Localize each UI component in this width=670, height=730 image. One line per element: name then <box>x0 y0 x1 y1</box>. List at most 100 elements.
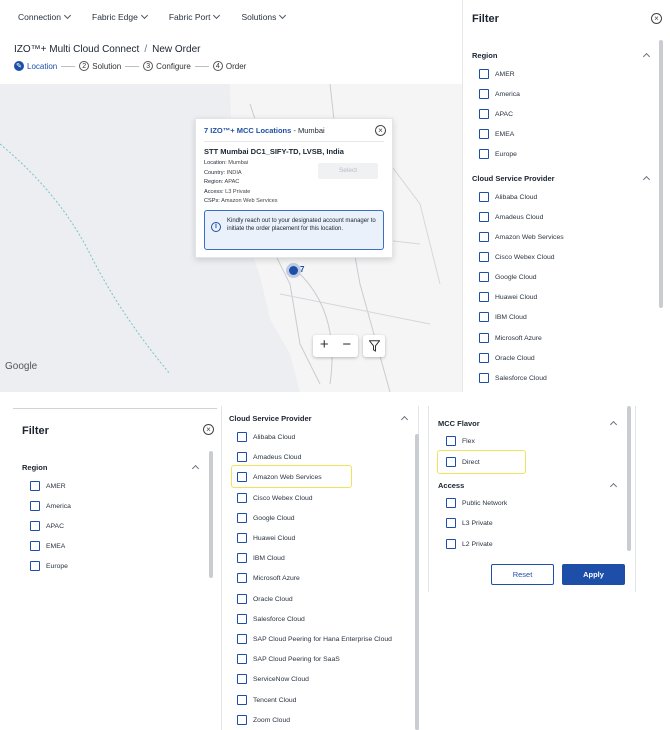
checkbox-csp[interactable]: SAP Cloud Peering for Hana Enterprise Cl… <box>237 634 392 644</box>
checkbox[interactable] <box>479 212 489 222</box>
checkbox[interactable] <box>237 634 247 644</box>
checkbox-region-emea[interactable]: EMEA <box>30 541 65 551</box>
checkbox[interactable] <box>479 149 489 159</box>
checkbox[interactable] <box>479 109 489 119</box>
checkbox[interactable] <box>237 533 247 543</box>
checkbox[interactable] <box>479 69 489 79</box>
checkbox-csp[interactable]: Google Cloud <box>237 513 295 523</box>
checkbox[interactable] <box>479 192 489 202</box>
checkbox[interactable] <box>479 232 489 242</box>
chevron-up-icon[interactable] <box>609 482 618 491</box>
filter-button[interactable] <box>363 335 385 357</box>
chevron-up-icon[interactable] <box>191 464 200 473</box>
checkbox-region-amer[interactable]: AMER <box>30 481 66 491</box>
checkbox-csp[interactable]: Microsoft Azure <box>237 573 300 583</box>
checkbox[interactable] <box>446 457 456 467</box>
checkbox[interactable] <box>479 292 489 302</box>
checkbox-csp[interactable]: IBM Cloud <box>237 553 285 563</box>
checkbox[interactable] <box>479 373 489 383</box>
checkbox[interactable] <box>446 539 456 549</box>
step-solution[interactable]: 2 Solution <box>79 61 121 71</box>
close-icon[interactable]: × <box>203 424 214 435</box>
step-order[interactable]: 4 Order <box>212 61 246 71</box>
checkbox-csp[interactable]: Huawei Cloud <box>237 533 295 543</box>
zoom-in-button[interactable]: + <box>313 335 336 357</box>
reset-button[interactable]: Reset <box>491 564 554 585</box>
checkbox-csp[interactable]: Amazon Web Services <box>479 232 564 242</box>
checkbox-csp[interactable]: Amadeus Cloud <box>237 452 301 462</box>
checkbox[interactable] <box>237 452 247 462</box>
checkbox-csp[interactable]: Tencent Cloud <box>237 695 296 705</box>
checkbox[interactable] <box>479 333 489 343</box>
checkbox-csp[interactable]: Cisco Webex Cloud <box>237 493 313 503</box>
checkbox[interactable] <box>479 272 489 282</box>
step-location[interactable]: ✎ Location <box>14 61 57 71</box>
checkbox-region-europe[interactable]: Europe <box>479 149 517 159</box>
checkbox-csp[interactable]: Microsoft Azure <box>479 333 542 343</box>
checkbox[interactable] <box>237 432 247 442</box>
nav-fabric-port[interactable]: Fabric Port <box>169 11 221 22</box>
checkbox-csp[interactable]: Oracle Cloud <box>237 594 293 604</box>
checkbox-access-public[interactable]: Public Network <box>446 498 507 508</box>
checkbox-access-l3[interactable]: L3 Private <box>446 518 493 528</box>
checkbox[interactable] <box>237 715 247 725</box>
checkbox[interactable] <box>237 553 247 563</box>
checkbox-csp[interactable]: Amadeus Cloud <box>479 212 543 222</box>
checkbox[interactable] <box>479 89 489 99</box>
select-button[interactable]: Select <box>318 163 378 179</box>
checkbox-csp-amazon[interactable]: Amazon Web Services <box>237 472 322 482</box>
checkbox-csp[interactable]: SAP Cloud Peering for SaaS <box>237 654 340 664</box>
checkbox-csp[interactable]: Oracle Cloud <box>479 353 535 363</box>
chevron-up-icon[interactable] <box>642 175 651 184</box>
checkbox[interactable] <box>30 541 40 551</box>
checkbox[interactable] <box>479 312 489 322</box>
checkbox-csp[interactable]: ServiceNow Cloud <box>237 674 309 684</box>
checkbox-csp[interactable]: Salesforce Cloud <box>237 614 305 624</box>
checkbox-region-apac[interactable]: APAC <box>30 521 64 531</box>
close-icon[interactable]: × <box>375 125 386 136</box>
checkbox[interactable] <box>237 513 247 523</box>
checkbox[interactable] <box>237 573 247 583</box>
checkbox[interactable] <box>446 518 456 528</box>
checkbox-csp[interactable]: Zoom Cloud <box>237 715 290 725</box>
checkbox-flavor-flex[interactable]: Flex <box>446 436 475 446</box>
nav-fabric-edge[interactable]: Fabric Edge <box>92 11 148 22</box>
checkbox-region-amer[interactable]: AMER <box>479 69 515 79</box>
checkbox[interactable] <box>237 493 247 503</box>
checkbox[interactable] <box>237 654 247 664</box>
checkbox-region-europe[interactable]: Europe <box>30 561 68 571</box>
scrollbar[interactable] <box>415 434 419 730</box>
checkbox[interactable] <box>237 614 247 624</box>
apply-button[interactable]: Apply <box>562 564 625 585</box>
checkbox-access-l2[interactable]: L2 Private <box>446 539 493 549</box>
checkbox[interactable] <box>30 481 40 491</box>
step-configure[interactable]: 3 Configure <box>143 61 191 71</box>
map-marker[interactable] <box>289 266 298 275</box>
checkbox-csp[interactable]: Cisco Webex Cloud <box>479 252 555 262</box>
nav-connection[interactable]: Connection <box>18 11 72 22</box>
chevron-up-icon[interactable] <box>609 420 618 429</box>
checkbox-csp[interactable]: IBM Cloud <box>479 312 527 322</box>
checkbox[interactable] <box>446 436 456 446</box>
checkbox-region-apac[interactable]: APAC <box>479 109 513 119</box>
checkbox[interactable] <box>30 501 40 511</box>
checkbox[interactable] <box>30 521 40 531</box>
scrollbar[interactable] <box>209 451 213 578</box>
checkbox-csp[interactable]: Alibaba Cloud <box>237 432 295 442</box>
zoom-out-button[interactable]: − <box>336 335 359 357</box>
breadcrumb-app[interactable]: IZO™+ Multi Cloud Connect <box>14 44 139 55</box>
checkbox[interactable] <box>479 353 489 363</box>
checkbox[interactable] <box>237 472 247 482</box>
checkbox-csp[interactable]: Salesforce Cloud <box>479 373 547 383</box>
checkbox[interactable] <box>479 129 489 139</box>
checkbox[interactable] <box>237 674 247 684</box>
checkbox-csp[interactable]: Google Cloud <box>479 272 537 282</box>
checkbox-region-america[interactable]: America <box>30 501 71 511</box>
close-icon[interactable]: × <box>651 13 662 24</box>
checkbox-csp[interactable]: Huawei Cloud <box>479 292 537 302</box>
checkbox[interactable] <box>30 561 40 571</box>
nav-solutions[interactable]: Solutions <box>241 11 287 22</box>
scrollbar[interactable] <box>627 406 631 551</box>
checkbox-region-emea[interactable]: EMEA <box>479 129 514 139</box>
checkbox-csp[interactable]: Alibaba Cloud <box>479 192 537 202</box>
